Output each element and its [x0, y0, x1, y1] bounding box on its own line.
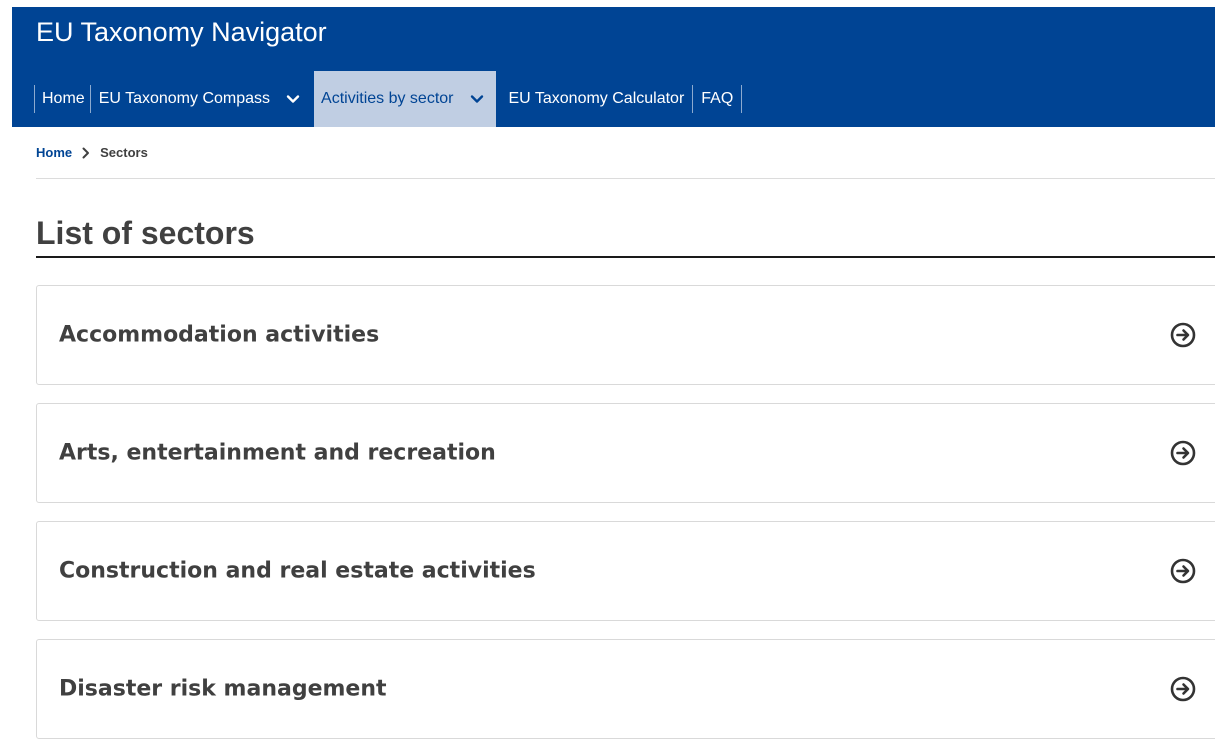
sector-card-arts-entertainment-recreation[interactable]: Arts, entertainment and recreation: [36, 403, 1215, 503]
sector-card-disaster-risk-management[interactable]: Disaster risk management: [36, 639, 1215, 739]
sector-card-label: Disaster risk management: [59, 676, 387, 702]
circle-arrow-right-icon[interactable]: [1169, 675, 1197, 703]
breadcrumb-home-link[interactable]: Home: [36, 145, 72, 160]
circle-arrow-right-icon[interactable]: [1169, 439, 1197, 467]
breadcrumb: Home Sectors: [36, 145, 148, 160]
site-header: EU Taxonomy Navigator Home EU Taxonomy C…: [12, 7, 1215, 127]
circle-arrow-right-icon[interactable]: [1169, 321, 1197, 349]
sector-card-label: Arts, entertainment and recreation: [59, 440, 496, 466]
main-nav: Home EU Taxonomy Compass Activities by s…: [34, 71, 743, 127]
sector-card-label: Accommodation activities: [59, 322, 380, 348]
nav-item-label: EU Taxonomy Calculator: [508, 90, 685, 107]
sector-card-label: Construction and real estate activities: [59, 558, 536, 584]
nav-item-label: Activities by sector: [321, 90, 454, 107]
circle-arrow-right-icon[interactable]: [1169, 557, 1197, 585]
chevron-down-icon[interactable]: [468, 90, 486, 108]
nav-item-home[interactable]: Home: [34, 71, 91, 127]
nav-item-label: EU Taxonomy Compass: [98, 90, 271, 107]
sector-card-construction-real-estate[interactable]: Construction and real estate activities: [36, 521, 1215, 621]
nav-item-faq[interactable]: FAQ: [693, 71, 743, 127]
nav-separator: [741, 85, 743, 113]
page-title: List of sectors: [36, 215, 255, 251]
nav-item-eu-taxonomy-compass[interactable]: EU Taxonomy Compass: [91, 71, 314, 127]
breadcrumb-divider: [36, 178, 1215, 179]
sector-card-accommodation-activities[interactable]: Accommodation activities: [36, 285, 1215, 385]
title-underline: [36, 256, 1215, 258]
site-title[interactable]: EU Taxonomy Navigator: [36, 14, 327, 50]
chevron-down-icon[interactable]: [284, 90, 302, 108]
nav-item-activities-by-sector[interactable]: Activities by sector: [314, 71, 496, 127]
nav-item-eu-taxonomy-calculator[interactable]: EU Taxonomy Calculator: [496, 71, 694, 127]
chevron-right-icon: [81, 147, 91, 159]
nav-item-label: FAQ: [701, 90, 734, 107]
breadcrumb-current: Sectors: [100, 145, 148, 160]
nav-item-label: Home: [42, 90, 85, 107]
